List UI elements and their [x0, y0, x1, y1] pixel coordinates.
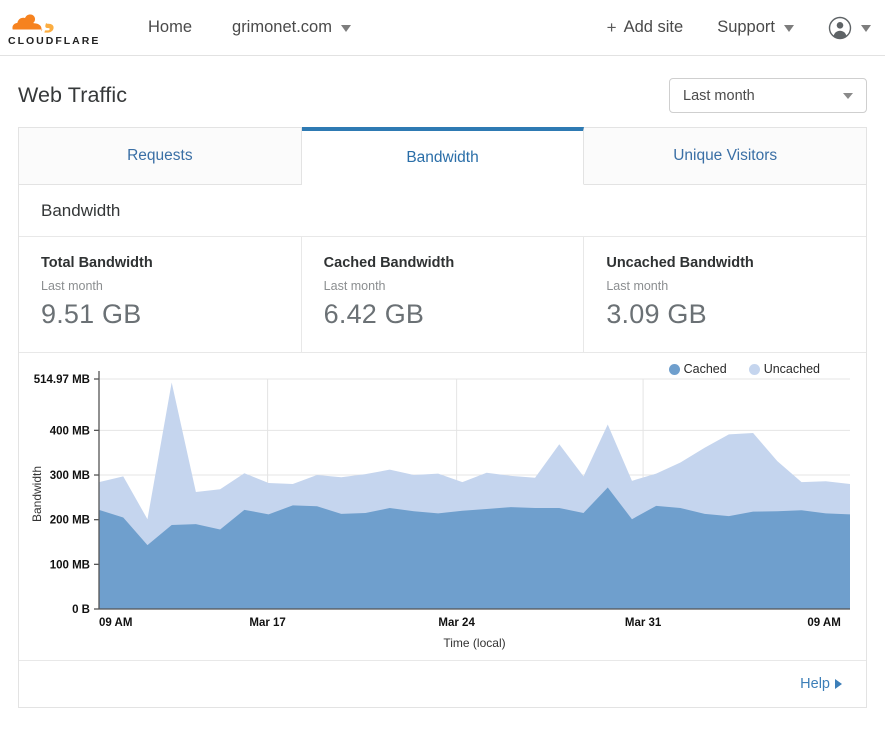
tab-requests[interactable]: Requests [18, 127, 302, 185]
help-label: Help [800, 676, 830, 692]
stat-value: 6.42 GB [323, 299, 425, 329]
stat-card-uncached-bandwidth: Uncached Bandwidth Last month 3.09 GB [583, 237, 866, 352]
arrow-right-icon [835, 679, 842, 689]
legend-label-uncached: Uncached [763, 362, 820, 376]
support-menu[interactable]: Support [717, 18, 794, 37]
page-title: Web Traffic [18, 83, 128, 107]
stat-title: Cached Bandwidth [323, 255, 455, 271]
svg-text:100 MB: 100 MB [50, 559, 90, 571]
nav-site-label: grimonet.com [232, 18, 332, 36]
chevron-down-icon [340, 25, 351, 32]
svg-text:Mar 24: Mar 24 [438, 617, 475, 629]
plus-icon: + [606, 18, 617, 37]
help-link[interactable]: Help [800, 676, 842, 692]
chevron-down-icon [784, 25, 794, 32]
account-menu[interactable] [828, 16, 871, 40]
top-navigation-bar: CLOUDFLARE Home grimonet.com + Add site … [0, 0, 885, 56]
support-label: Support [717, 18, 775, 36]
stat-value: 3.09 GB [606, 299, 707, 329]
time-range-value: Last month [683, 87, 755, 104]
svg-text:200 MB: 200 MB [50, 515, 90, 527]
svg-text:0 B: 0 B [72, 604, 90, 616]
chevron-down-icon [843, 92, 853, 99]
tab-unique-visitors-label: Unique Visitors [673, 147, 778, 164]
nav-home-link[interactable]: Home [148, 18, 192, 37]
nav-site-selector[interactable]: grimonet.com [232, 18, 351, 37]
bandwidth-panel: Bandwidth Total Bandwidth Last month 9.5… [18, 185, 867, 708]
stat-cards: Total Bandwidth Last month 9.51 GB Cache… [19, 237, 866, 353]
legend-item-cached[interactable]: Cached [668, 362, 727, 376]
stat-title: Uncached Bandwidth [606, 255, 754, 271]
nav-home-label: Home [148, 18, 193, 36]
chevron-down-icon [861, 25, 871, 32]
bandwidth-chart: Cached Uncached 0 B 100 MB 200 MB 300 MB 400… [19, 353, 866, 661]
chart-legend: Cached Uncached [647, 362, 820, 376]
svg-text:400 MB: 400 MB [50, 425, 90, 437]
legend-label-cached: Cached [683, 362, 727, 376]
add-site-label: Add site [623, 18, 684, 36]
legend-color-swatch-uncached [748, 363, 760, 375]
legend-item-uncached[interactable]: Uncached [748, 362, 820, 376]
cloudflare-logo[interactable]: CLOUDFLARE [8, 8, 120, 48]
tab-unique-visitors[interactable]: Unique Visitors [584, 127, 868, 185]
user-account-icon [828, 16, 852, 39]
svg-text:Bandwidth: Bandwidth [30, 466, 44, 522]
stat-card-cached-bandwidth: Cached Bandwidth Last month 6.42 GB [300, 237, 584, 352]
cloudflare-logo-icon: CLOUDFLARE [8, 13, 100, 47]
analytics-tabs: Requests Bandwidth Unique Visitors [18, 127, 868, 185]
page-header: Web Traffic Last month [0, 56, 885, 127]
stat-value: 9.51 GB [41, 299, 142, 329]
svg-text:Mar 31: Mar 31 [625, 617, 662, 629]
tab-bandwidth-label: Bandwidth [406, 148, 479, 166]
tab-bandwidth[interactable]: Bandwidth [301, 127, 585, 185]
stat-subtitle: Last month [323, 279, 386, 293]
svg-text:09 AM: 09 AM [99, 617, 132, 629]
panel-heading: Bandwidth [19, 185, 866, 237]
time-range-select[interactable]: Last month [669, 78, 867, 113]
add-site-button[interactable]: + Add site [607, 18, 684, 37]
svg-text:CLOUDFLARE: CLOUDFLARE [8, 35, 100, 47]
nav-right-group: + Add site Support [607, 16, 871, 40]
svg-text:Time (local): Time (local) [443, 636, 505, 650]
chart-plot-area: 0 B 100 MB 200 MB 300 MB 400 MB 514.97 MB Band… [30, 371, 850, 650]
nav-left-group: Home grimonet.com [148, 18, 351, 37]
stat-title: Total Bandwidth [41, 255, 153, 271]
stat-card-total-bandwidth: Total Bandwidth Last month 9.51 GB [19, 237, 301, 352]
svg-text:Mar 17: Mar 17 [249, 617, 285, 629]
panel-footer: Help [19, 661, 866, 707]
stat-subtitle: Last month [41, 279, 103, 293]
stat-subtitle: Last month [606, 279, 669, 293]
svg-text:300 MB: 300 MB [50, 470, 90, 482]
svg-text:514.97 MB: 514.97 MB [34, 374, 90, 386]
legend-color-swatch-cached [668, 363, 680, 375]
svg-text:09 AM: 09 AM [807, 617, 840, 629]
tab-requests-label: Requests [127, 147, 193, 164]
